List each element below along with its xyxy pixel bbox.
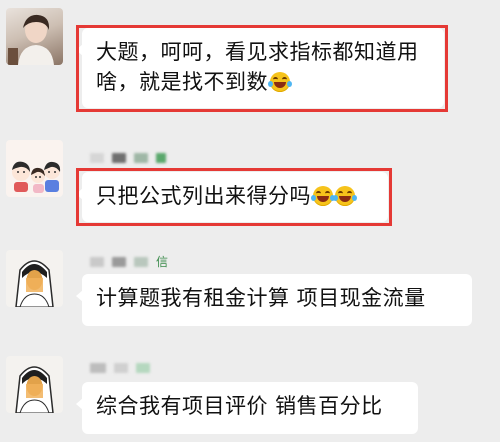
highlight-box-1 xyxy=(76,25,448,112)
sender-name-fragment: 信 xyxy=(156,255,169,269)
photo-avatar[interactable] xyxy=(6,8,63,65)
message-text: 计算题我有租金计算 项目现金流量 xyxy=(96,286,426,310)
sender-name-3: 信 xyxy=(90,256,168,268)
bride-avatar[interactable] xyxy=(6,250,63,307)
cartoon-family-icon xyxy=(12,161,61,193)
bride-icon xyxy=(15,366,54,413)
message-bubble-4[interactable]: 综合我有项目评价 销售百分比 xyxy=(76,382,418,434)
sender-name-blurred-2 xyxy=(90,152,166,164)
highlight-box-2 xyxy=(76,168,392,226)
sender-name-blurred-4 xyxy=(90,362,150,374)
cartoon-family-avatar[interactable] xyxy=(6,140,63,197)
person-photo-icon xyxy=(8,14,54,65)
bride-icon xyxy=(15,260,54,307)
message-bubble-3[interactable]: 计算题我有租金计算 项目现金流量 xyxy=(76,274,472,326)
message-text: 综合我有项目评价 销售百分比 xyxy=(96,394,383,418)
bride-avatar[interactable] xyxy=(6,356,63,413)
